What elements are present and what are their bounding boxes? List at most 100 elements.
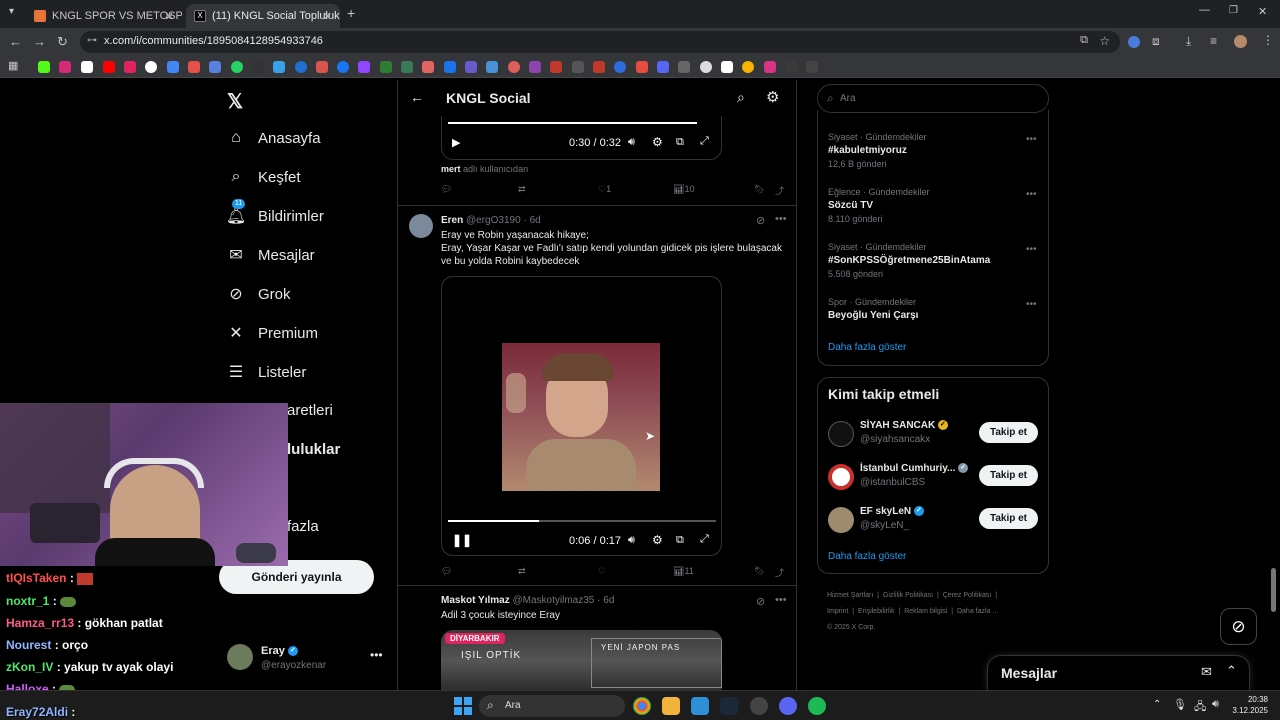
- nav-home[interactable]: ⌂ Anasayfa: [227, 129, 320, 147]
- grok-icon[interactable]: ⊘: [756, 214, 765, 227]
- bookmark-icon[interactable]: [380, 61, 392, 73]
- author-name[interactable]: Maskot Yılmaz: [441, 595, 510, 606]
- footer-link[interactable]: Reklam bilgisi: [904, 608, 947, 615]
- footer-link[interactable]: Imprint: [827, 608, 848, 615]
- microphone-icon[interactable]: 🎙︎: [1173, 698, 1187, 711]
- close-window-icon[interactable]: ✕: [1258, 5, 1267, 18]
- bookmark-icon[interactable]: 🔖︎: [754, 566, 765, 577]
- extension-icon[interactable]: [1128, 36, 1140, 48]
- nav-grok[interactable]: ⊘ Grok: [227, 285, 290, 304]
- reply-icon[interactable]: 💬︎: [441, 184, 452, 195]
- bookmark-icon[interactable]: [785, 61, 797, 73]
- app-icon[interactable]: [750, 697, 768, 715]
- bookmark-icon[interactable]: [209, 61, 221, 73]
- reload-icon[interactable]: ↻: [57, 34, 68, 50]
- tray-chevron-icon[interactable]: ⌃: [1153, 699, 1161, 710]
- reply-icon[interactable]: 💬︎: [441, 566, 452, 577]
- nav-explore[interactable]: ⌕ Keşfet: [227, 168, 301, 186]
- share-icon[interactable]: ⤴: [775, 184, 784, 197]
- bookmark-icon[interactable]: [465, 61, 477, 73]
- spotify-icon[interactable]: [808, 697, 826, 715]
- repost-icon[interactable]: ⇄: [518, 566, 526, 577]
- bookmark-icon[interactable]: [486, 61, 498, 73]
- bookmark-instagram-icon[interactable]: [59, 61, 71, 73]
- account-name[interactable]: EF skyLeN ✓: [860, 506, 924, 517]
- bookmark-icon[interactable]: [806, 61, 818, 73]
- bookmark-icon[interactable]: [700, 61, 712, 73]
- bookmark-icon[interactable]: [678, 61, 690, 73]
- tab-close-icon[interactable]: ✕: [165, 10, 174, 23]
- chevrons-up-icon[interactable]: ⌃: [1226, 663, 1237, 679]
- pause-icon[interactable]: ❚❚: [452, 533, 472, 547]
- site-info-icon[interactable]: ⊶: [87, 35, 97, 46]
- footer-link[interactable]: Çerez Politikası: [943, 592, 992, 599]
- bookmark-x-icon[interactable]: [81, 61, 93, 73]
- footer-link[interactable]: Daha fazla ...: [957, 608, 998, 615]
- tab-kngl-spor[interactable]: KNGL SPOR VS METOSPOR De ✕: [26, 4, 182, 28]
- more-icon[interactable]: •••: [1026, 189, 1037, 200]
- reading-list-icon[interactable]: ≡: [1210, 34, 1217, 48]
- more-icon[interactable]: •••: [1026, 244, 1037, 255]
- bookmark-facebook-icon[interactable]: [337, 61, 349, 73]
- trend-item[interactable]: Siyaset · Gündemdekiler #kabuletmiyoruz …: [828, 132, 1038, 169]
- like-button[interactable]: ♡ 1: [598, 184, 611, 195]
- network-icon[interactable]: 🖧: [1194, 698, 1206, 717]
- views-button[interactable]: 📊︎ 11: [673, 566, 694, 577]
- bookmark-google-icon[interactable]: [145, 61, 157, 73]
- more-icon[interactable]: •••: [775, 213, 787, 225]
- bookmark-youtube-icon[interactable]: [103, 61, 115, 73]
- bookmark-icon[interactable]: 🔖︎: [754, 184, 765, 195]
- bookmark-icon[interactable]: [316, 61, 328, 73]
- new-message-icon[interactable]: ✉: [1201, 664, 1212, 680]
- profile-avatar-icon[interactable]: [1234, 35, 1247, 48]
- pip-icon[interactable]: ⧉: [676, 136, 684, 149]
- tab-kngl-social[interactable]: X (11) KNGL Social Topluluk / ✕: [186, 4, 340, 28]
- grok-floating-button[interactable]: ⊘: [1220, 608, 1257, 645]
- nav-communities[interactable]: luluklar: [287, 441, 340, 458]
- bookmark-icon[interactable]: [273, 61, 285, 73]
- author-name[interactable]: Eren: [441, 215, 463, 226]
- search-icon[interactable]: ⌕: [737, 89, 745, 106]
- footer-link[interactable]: Hizmet Şartları: [827, 592, 873, 599]
- start-icon[interactable]: [454, 697, 472, 715]
- bookmark-icon[interactable]: [252, 61, 264, 73]
- browser-menu-icon[interactable]: ⋮: [1262, 33, 1274, 47]
- share-icon[interactable]: ⤴: [775, 566, 784, 579]
- nav-bookmarks[interactable]: aretleri: [287, 402, 333, 419]
- bookmark-icon[interactable]: [572, 61, 584, 73]
- bookmark-twitch-icon[interactable]: [358, 61, 370, 73]
- clock[interactable]: 20:38 3.12.2025: [1228, 694, 1268, 716]
- nav-messages[interactable]: ✉ Mesajlar: [227, 246, 314, 265]
- nav-notifications[interactable]: 🔔︎ 11 Bildirimler: [226, 199, 324, 225]
- footer-link[interactable]: Gizlilik Politikası: [883, 592, 933, 599]
- nav-more[interactable]: fazla: [287, 518, 319, 535]
- scrollbar-thumb[interactable]: [1271, 568, 1276, 612]
- bookmark-icon[interactable]: [764, 61, 776, 73]
- video-progress-bar[interactable]: [448, 122, 697, 124]
- bookmark-icon[interactable]: [614, 61, 626, 73]
- play-icon[interactable]: ▶: [452, 136, 460, 149]
- bookmark-icon[interactable]: [401, 61, 413, 73]
- bookmark-icon[interactable]: [422, 61, 434, 73]
- discord-icon[interactable]: [779, 697, 797, 715]
- steam-icon[interactable]: [720, 697, 738, 715]
- volume-icon[interactable]: 🔊︎: [628, 136, 635, 149]
- fullscreen-icon[interactable]: ⤢: [700, 135, 709, 148]
- views-button[interactable]: 📊︎ 10: [673, 184, 694, 195]
- download-icon[interactable]: ⤓: [1186, 34, 1191, 49]
- tab-close-icon[interactable]: ✕: [323, 10, 332, 23]
- video-player[interactable]: ▶ 0:30 / 0:32 🔊︎ ⚙ ⧉ ⤢: [441, 116, 722, 160]
- volume-icon[interactable]: 🔊︎: [628, 534, 635, 547]
- bookmark-icon[interactable]: [742, 61, 754, 73]
- trend-item[interactable]: Eğlence · Gündemdekiler Sözcü TV 8.110 g…: [828, 187, 1038, 224]
- nav-lists[interactable]: ☰ Listeler: [227, 363, 307, 382]
- more-icon[interactable]: •••: [775, 594, 787, 606]
- extensions-puzzle-icon[interactable]: ⧈: [1152, 34, 1160, 49]
- post-image[interactable]: DİYARBAKIR IŞIL OPTİK YENİ JAPON PAS: [441, 630, 722, 690]
- bookmark-whatsapp-icon[interactable]: [231, 61, 243, 73]
- back-icon[interactable]: ←: [9, 34, 22, 49]
- url-field[interactable]: ⊶ x.com/i/communities/189508412895493374…: [80, 31, 1120, 53]
- new-tab-icon[interactable]: +: [347, 5, 355, 21]
- bookmark-icon[interactable]: [188, 61, 200, 73]
- bookmark-icon[interactable]: [295, 61, 307, 73]
